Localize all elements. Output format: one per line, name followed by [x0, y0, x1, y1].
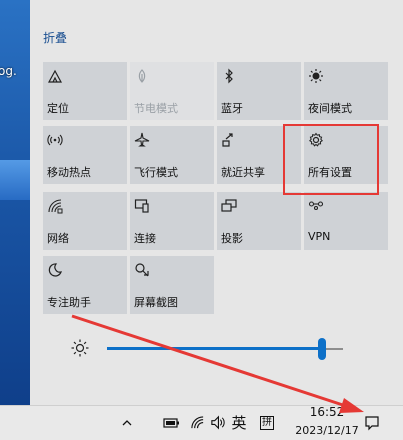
nearby-share-icon	[221, 132, 241, 150]
wifi-icon[interactable]	[187, 405, 207, 440]
tile-label: 就近共享	[221, 166, 265, 179]
tile-project[interactable]: 投影	[217, 192, 301, 250]
desktop-wallpaper-highlight	[0, 160, 30, 200]
tile-bluetooth[interactable]: 蓝牙	[217, 62, 301, 120]
collapse-link[interactable]: 折叠	[43, 29, 67, 46]
tile-mobile-hotspot[interactable]: 移动热点	[43, 126, 127, 184]
ime-language-indicator[interactable]: 英	[228, 405, 250, 440]
tile-battery-saver[interactable]: 节电模式	[130, 62, 214, 120]
vpn-icon	[308, 198, 328, 216]
network-icon	[47, 198, 67, 216]
tile-network[interactable]: 网络	[43, 192, 127, 250]
location-icon	[47, 68, 67, 86]
desktop-icon-label[interactable]: og.	[0, 64, 17, 78]
ime-mode-label: 拼	[260, 415, 274, 430]
project-icon	[221, 198, 241, 216]
tile-connect[interactable]: 连接	[130, 192, 214, 250]
tile-vpn[interactable]: VPN	[304, 192, 388, 250]
battery-saver-icon	[134, 68, 154, 86]
tile-location[interactable]: 定位	[43, 62, 127, 120]
brightness-slider-fill	[107, 347, 322, 350]
tile-label: 夜间模式	[308, 102, 352, 115]
ime-mode-indicator[interactable]: 拼	[256, 405, 278, 440]
focus-assist-icon	[47, 262, 67, 280]
annotation-highlight-box	[283, 124, 379, 195]
tile-label: 蓝牙	[221, 102, 243, 115]
notification-center-icon[interactable]	[358, 405, 386, 440]
show-hidden-icons-chevron-icon[interactable]	[117, 405, 137, 440]
tile-label: 投影	[221, 232, 243, 245]
tile-label: 节电模式	[134, 102, 178, 115]
mobile-hotspot-icon	[47, 132, 67, 150]
battery-icon[interactable]	[160, 405, 184, 440]
tile-focus-assist[interactable]: 专注助手	[43, 256, 127, 314]
airplane-icon	[134, 132, 154, 150]
connect-icon	[134, 198, 154, 216]
brightness-slider-thumb[interactable]	[318, 338, 326, 360]
tile-label: 屏幕截图	[134, 296, 178, 309]
tile-label: 移动热点	[47, 166, 91, 179]
tile-label: VPN	[308, 230, 331, 243]
tile-night-light[interactable]: 夜间模式	[304, 62, 388, 120]
tile-label: 定位	[47, 102, 69, 115]
tile-screenshot[interactable]: 屏幕截图	[130, 256, 214, 314]
screenshot-icon	[134, 262, 154, 280]
volume-icon[interactable]	[206, 405, 228, 440]
taskbar-clock-time[interactable]: 16:52	[302, 405, 352, 419]
brightness-icon	[70, 338, 90, 358]
bluetooth-icon	[221, 68, 241, 86]
tile-label: 专注助手	[47, 296, 91, 309]
tile-airplane-mode[interactable]: 飞行模式	[130, 126, 214, 184]
desktop-edge: og.	[0, 0, 30, 405]
tile-label: 连接	[134, 232, 156, 245]
night-light-icon	[308, 68, 328, 86]
tile-label: 飞行模式	[134, 166, 178, 179]
tile-label: 网络	[47, 232, 69, 245]
